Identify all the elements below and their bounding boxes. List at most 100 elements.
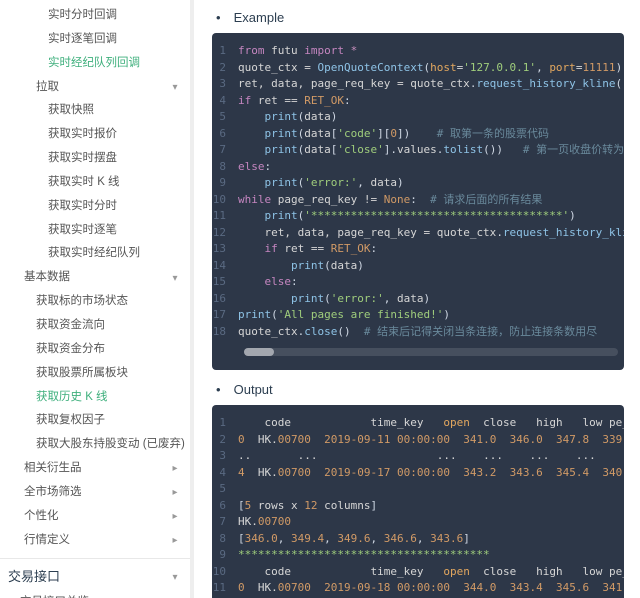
code-text: 4 HK.00700 2019-09-17 00:00:00 343.2 343… xyxy=(238,465,624,482)
line-number: 9 xyxy=(212,175,238,192)
code-text: else: xyxy=(238,159,271,176)
sidebar-item[interactable]: 实时逐笔回调 xyxy=(0,28,190,52)
sidebar-item[interactable]: 交易接口总览 xyxy=(0,591,190,598)
example-code-block[interactable]: 1from futu import *2quote_ctx = OpenQuot… xyxy=(212,33,624,370)
code-text: else: xyxy=(238,274,298,291)
sidebar-item[interactable]: 获取实时分时 xyxy=(0,195,190,219)
sidebar-item[interactable]: 获取股票所属板块 xyxy=(0,362,190,386)
sidebar-item-label: 获取实时摆盘 xyxy=(48,148,117,170)
code-line: 12 ret, data, page_req_key = quote_ctx.r… xyxy=(212,225,624,242)
code-text: [346.0, 349.4, 349.6, 346.6, 343.6] xyxy=(238,531,470,548)
sidebar-item[interactable]: 拉取▾ xyxy=(0,76,190,100)
code-text: 0 HK.00700 2019-09-18 00:00:00 344.0 343… xyxy=(238,580,624,597)
line-number: 6 xyxy=(212,498,238,515)
code-line: 110 HK.00700 2019-09-18 00:00:00 344.0 3… xyxy=(212,580,624,597)
sidebar-item-label: 获取大股东持股变动 (已废弃) xyxy=(36,434,185,456)
code-line: 3.. ... ... ... ... ... ... ... xyxy=(212,448,624,465)
code-line: 9 print('error:', data) xyxy=(212,175,624,192)
line-number: 10 xyxy=(212,192,238,209)
code-line: 5 print(data) xyxy=(212,109,624,126)
sidebar-item-label: 获取标的市场状态 xyxy=(36,291,128,313)
example-heading: • Example xyxy=(216,10,624,25)
sidebar-item[interactable]: 基本数据▾ xyxy=(0,266,190,290)
sidebar-item[interactable]: 获取历史 K 线 xyxy=(0,386,190,410)
line-number: 6 xyxy=(212,126,238,143)
sidebar-item[interactable]: 全市场筛选▸ xyxy=(0,481,190,505)
sidebar-item[interactable]: 获取实时 K 线 xyxy=(0,171,190,195)
code-text: print(data) xyxy=(238,258,364,275)
line-number: 2 xyxy=(212,432,238,449)
line-number: 10 xyxy=(212,564,238,581)
sidebar-item[interactable]: 获取资金分布 xyxy=(0,338,190,362)
sidebar-item[interactable]: 获取实时报价 xyxy=(0,123,190,147)
sidebar-item[interactable]: 获取大股东持股变动 (已废弃) xyxy=(0,433,190,457)
line-number: 4 xyxy=(212,465,238,482)
line-number: 3 xyxy=(212,76,238,93)
sidebar-item[interactable]: 获取实时摆盘 xyxy=(0,147,190,171)
output-heading-text: Output xyxy=(234,382,273,397)
code-line: 6 print(data['code'][0]) # 取第一条的股票代码 xyxy=(212,126,624,143)
line-number: 8 xyxy=(212,159,238,176)
code-line: 7HK.00700 xyxy=(212,514,624,531)
line-number: 9 xyxy=(212,547,238,564)
sidebar-section-label: 交易接口 xyxy=(8,565,60,590)
chevron-right-icon: ▸ xyxy=(170,531,180,550)
code-line: 15 else: xyxy=(212,274,624,291)
sidebar-item-label: 基本数据 xyxy=(24,267,70,289)
line-number: 7 xyxy=(212,142,238,159)
code-text: ************************************** xyxy=(238,547,490,564)
sidebar-item[interactable]: 获取标的市场状态 xyxy=(0,290,190,314)
sidebar-item-label: 全市场筛选 xyxy=(24,482,82,504)
code-text: 0 HK.00700 2019-09-11 00:00:00 341.0 346… xyxy=(238,432,624,449)
code-text: HK.00700 xyxy=(238,514,291,531)
code-line: 8else: xyxy=(212,159,624,176)
sidebar-item[interactable]: 获取复权因子 xyxy=(0,409,190,433)
sidebar-item-label: 个性化 xyxy=(24,506,59,528)
output-code-block[interactable]: 1 code time_key open close high low pe_r… xyxy=(212,405,624,598)
line-number: 18 xyxy=(212,324,238,341)
sidebar-item[interactable]: 实时经纪队列回调 xyxy=(0,52,190,76)
line-number: 5 xyxy=(212,481,238,498)
sidebar-section-trade[interactable]: 交易接口 ▾ xyxy=(0,558,190,591)
code-line: 1from futu import * xyxy=(212,43,624,60)
sidebar-item[interactable]: 实时分时回调 xyxy=(0,4,190,28)
sidebar-item-label: 获取股票所属板块 xyxy=(36,363,128,385)
code-line: 4if ret == RET_OK: xyxy=(212,93,624,110)
line-number: 17 xyxy=(212,307,238,324)
sidebar-item-label: 获取历史 K 线 xyxy=(36,387,108,409)
sidebar-item[interactable]: 获取实时经纪队列 xyxy=(0,242,190,266)
sidebar-item[interactable]: 相关衍生品▸ xyxy=(0,457,190,481)
code-line: 9************************************** xyxy=(212,547,624,564)
code-line: 3ret, data, page_req_key = quote_ctx.req… xyxy=(212,76,624,93)
code-line: 8[346.0, 349.4, 349.6, 346.6, 343.6] xyxy=(212,531,624,548)
sidebar-item-label: 交易接口总览 xyxy=(20,592,89,598)
line-number: 2 xyxy=(212,60,238,77)
code-text: ret, data, page_req_key = quote_ctx.requ… xyxy=(238,225,624,242)
sidebar-item-label: 实时经纪队列回调 xyxy=(48,53,140,75)
sidebar-item[interactable]: 获取资金流向 xyxy=(0,314,190,338)
code-text: print(data['code'][0]) # 取第一条的股票代码 xyxy=(238,126,549,143)
hscroll-thumb[interactable] xyxy=(244,348,274,356)
line-number: 13 xyxy=(212,241,238,258)
code-line: 20 HK.00700 2019-09-11 00:00:00 341.0 34… xyxy=(212,432,624,449)
line-number: 1 xyxy=(212,43,238,60)
code-line: 17print('All pages are finished!') xyxy=(212,307,624,324)
sidebar-item-label: 获取实时 K 线 xyxy=(48,172,120,194)
sidebar-item[interactable]: 获取快照 xyxy=(0,99,190,123)
sidebar-item[interactable]: 获取实时逐笔 xyxy=(0,219,190,243)
code-text: code time_key open close high low pe_rat… xyxy=(238,415,624,432)
sidebar-item-label: 获取资金分布 xyxy=(36,339,105,361)
chevron-right-icon: ▸ xyxy=(170,507,180,526)
code-line: 10while page_req_key != None: # 请求后面的所有结… xyxy=(212,192,624,209)
sidebar-item[interactable]: 个性化 ▸ xyxy=(0,505,190,529)
line-number: 16 xyxy=(212,291,238,308)
sidebar-item[interactable]: 行情定义▸ xyxy=(0,529,190,553)
code-line: 44 HK.00700 2019-09-17 00:00:00 343.2 34… xyxy=(212,465,624,482)
sidebar-item-label: 获取复权因子 xyxy=(36,410,105,432)
code-text: print('*********************************… xyxy=(238,208,576,225)
code-text: [5 rows x 12 columns] xyxy=(238,498,377,515)
code-line: 7 print(data['close'].values.tolist()) #… xyxy=(212,142,624,159)
code-line: 18quote_ctx.close() # 结束后记得关闭当条连接，防止连接条数… xyxy=(212,324,624,341)
hscroll-track[interactable] xyxy=(244,348,618,356)
sidebar-item-label: 获取资金流向 xyxy=(36,315,105,337)
